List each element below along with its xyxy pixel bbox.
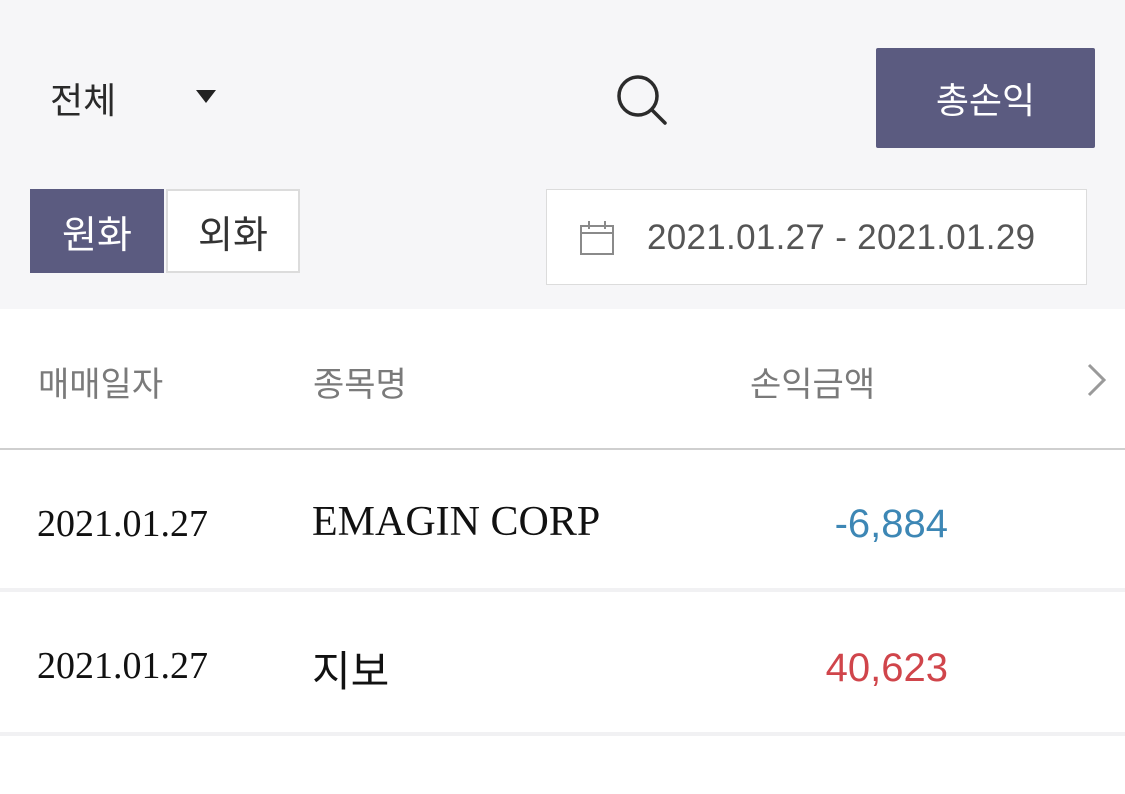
header-stock-name: 종목명: [313, 365, 407, 405]
table-header: 매매일자 종목명 손익금액: [0, 309, 1125, 450]
currency-toggle: 원화 외화: [30, 189, 300, 273]
foreign-currency-button[interactable]: 외화: [166, 189, 300, 273]
date-range-text: 2021.01.27 - 2021.01.29: [647, 218, 1036, 257]
chevron-right-icon[interactable]: [1080, 359, 1114, 401]
caret-down-icon: [196, 90, 216, 103]
filter-panel: 전체 총손익 원화 외화 2021.01.27 - 2021.01.29: [0, 0, 1125, 309]
table-row[interactable]: 2021.01.27 EMAGIN CORP -6,884: [0, 452, 1125, 592]
krw-button[interactable]: 원화: [30, 189, 164, 273]
calendar-icon: [580, 221, 614, 255]
date-range-picker[interactable]: 2021.01.27 - 2021.01.29: [546, 189, 1087, 285]
search-button[interactable]: [612, 70, 672, 130]
row-trade-date: 2021.01.27: [37, 645, 208, 687]
total-profit-button[interactable]: 총손익: [876, 48, 1095, 148]
header-trade-date: 매매일자: [38, 365, 164, 405]
row-profit-amount: 40,623: [825, 646, 948, 690]
row-stock-name: EMAGIN CORP: [312, 499, 601, 545]
row-profit-amount: -6,884: [834, 502, 948, 546]
category-dropdown[interactable]: 전체: [28, 66, 238, 130]
header-profit-amount: 손익금액: [750, 365, 876, 405]
row-trade-date: 2021.01.27: [37, 503, 208, 545]
category-dropdown-label: 전체: [50, 81, 117, 122]
table-row[interactable]: 2021.01.27 지보 40,623: [0, 592, 1125, 736]
search-icon: [617, 75, 667, 125]
row-stock-name: 지보: [312, 650, 390, 696]
